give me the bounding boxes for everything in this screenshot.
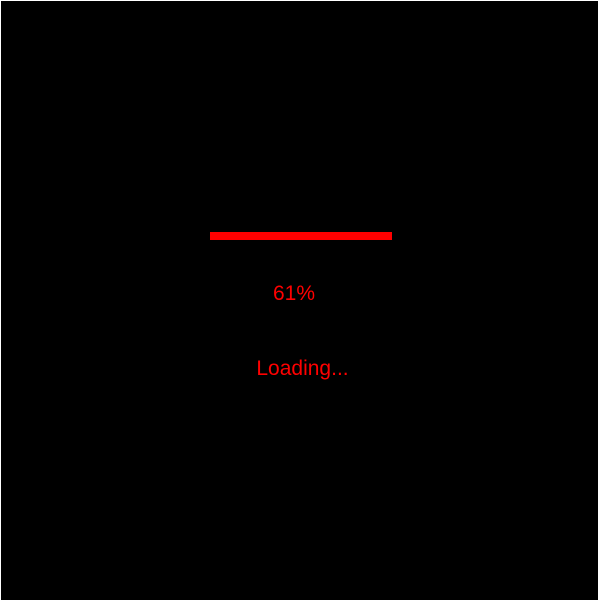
loading-status-text: Loading... bbox=[256, 357, 349, 380]
loading-screen: 61% Loading... bbox=[0, 0, 599, 601]
progress-percent: 61% bbox=[272, 282, 316, 305]
progress-bar bbox=[210, 232, 392, 240]
progress-bar-fill bbox=[210, 232, 392, 240]
